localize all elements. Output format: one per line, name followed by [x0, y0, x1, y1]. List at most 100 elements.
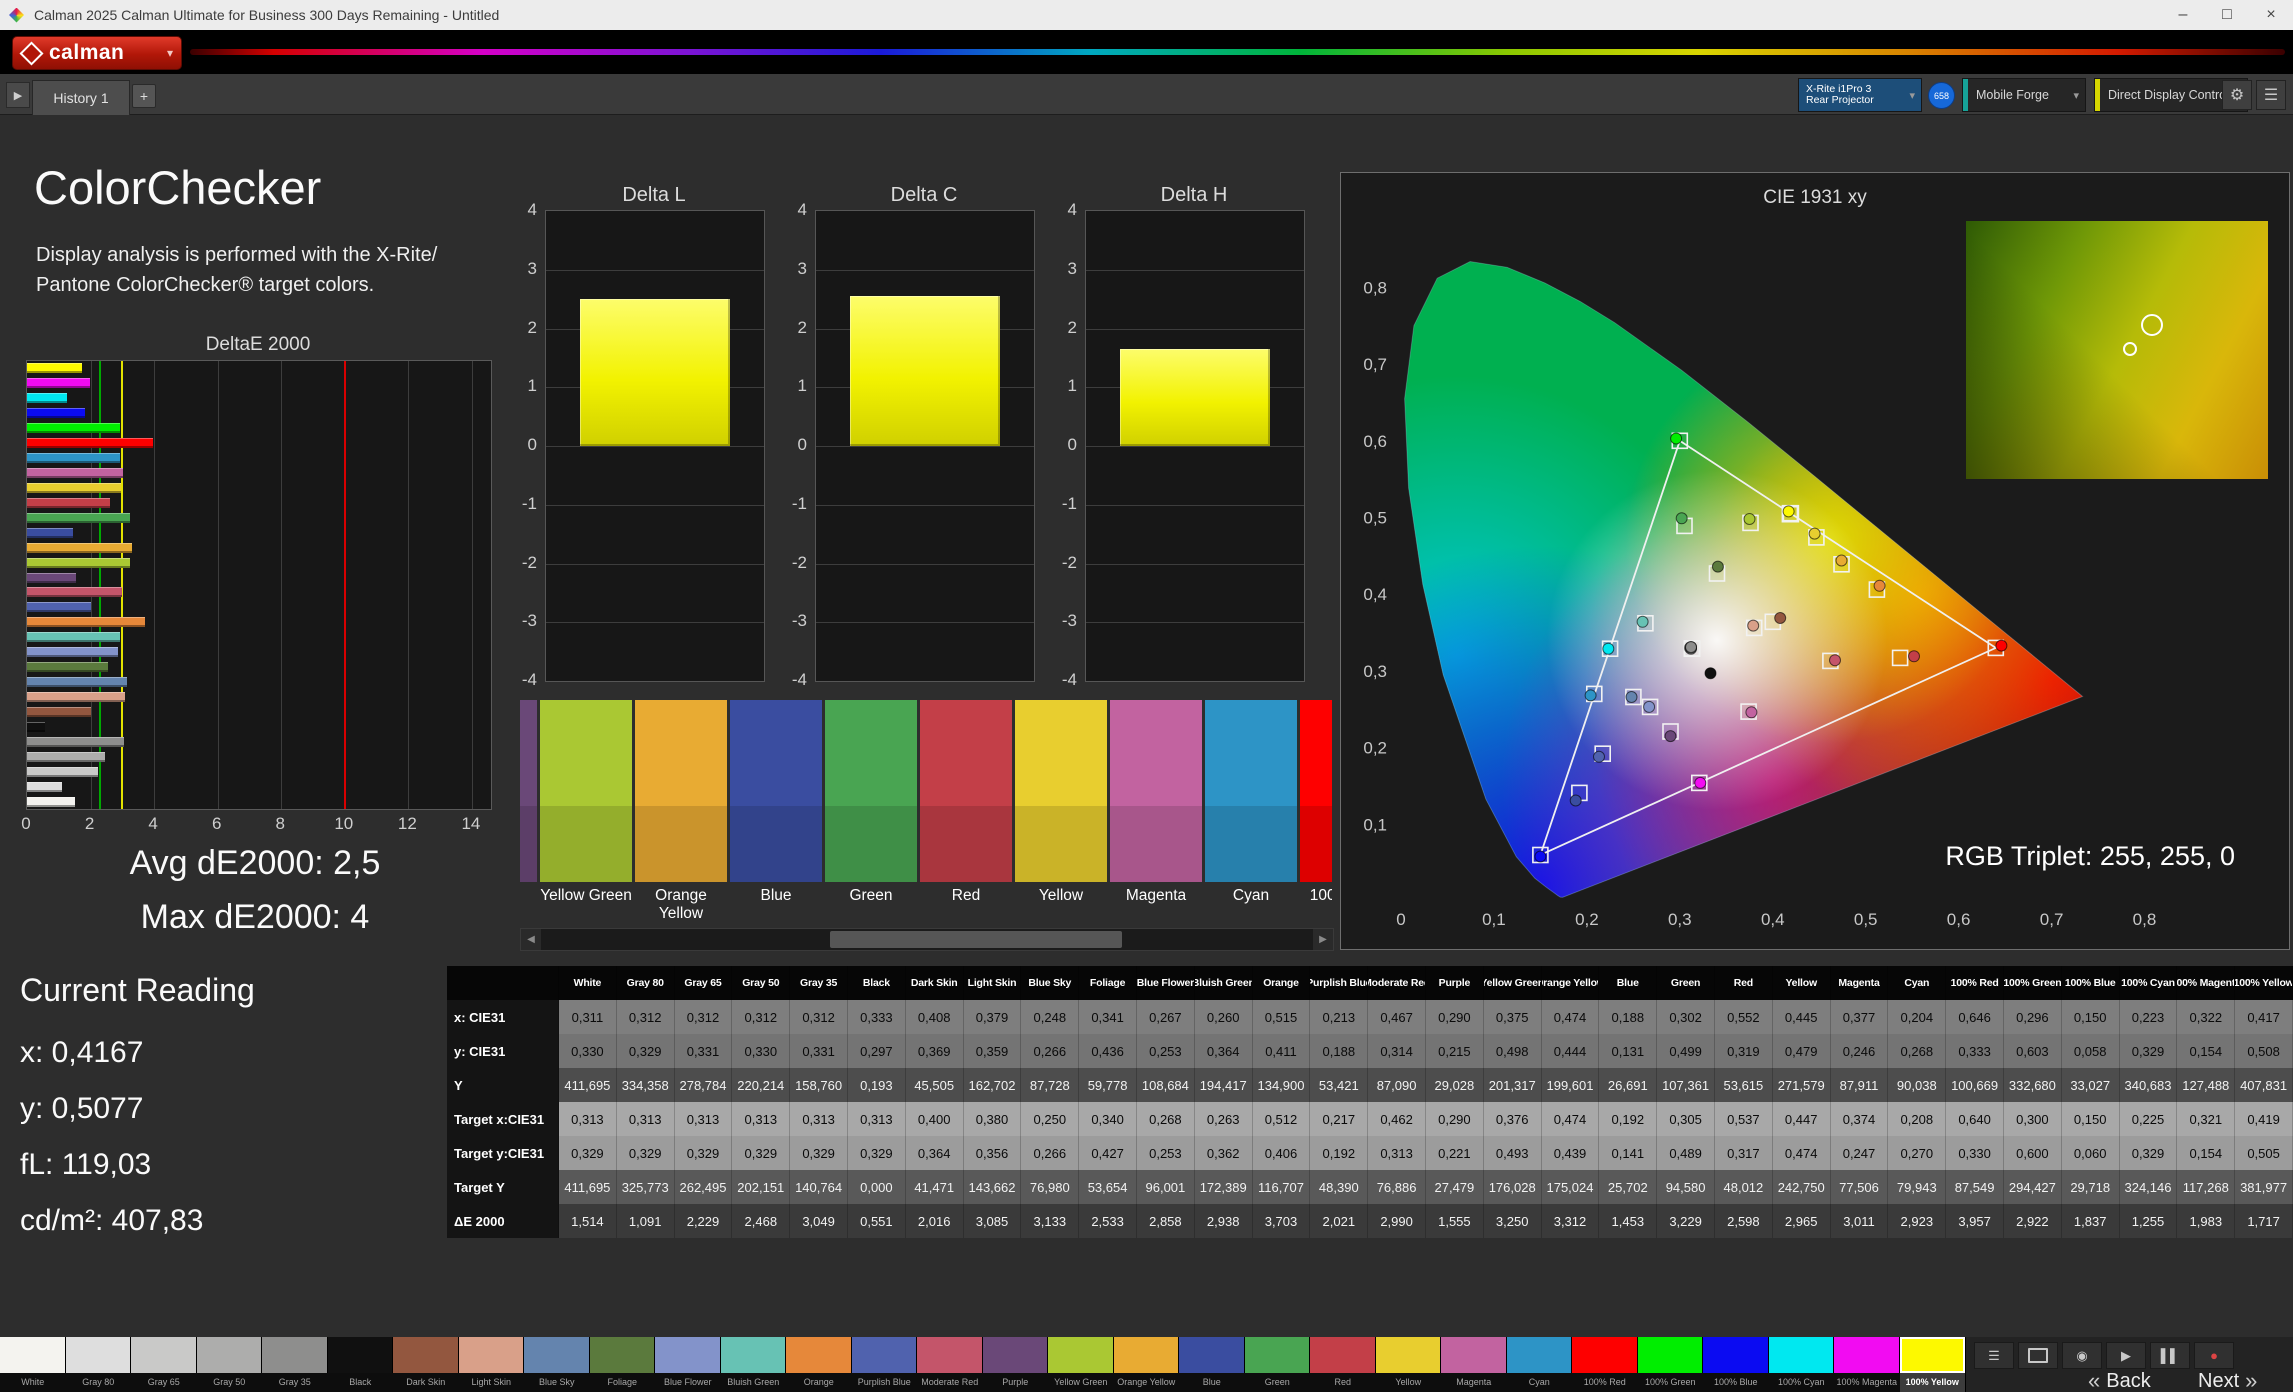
scroll-right-arrow-icon[interactable]: ▶	[1313, 929, 1333, 950]
bottom-patch-label: Yellow	[1376, 1373, 1442, 1392]
calman-logo-text: calman	[49, 41, 124, 65]
options-button[interactable]: ☰	[2256, 80, 2286, 110]
bottom-patch-color	[1114, 1337, 1180, 1373]
bottom-patch-bluish-green[interactable]: Bluish Green	[721, 1337, 787, 1392]
table-cell: 0,131	[1599, 1034, 1657, 1068]
table-cell: 0,329	[2120, 1136, 2178, 1170]
cie-measured-green	[1676, 513, 1687, 524]
bottom-patch-gray-50[interactable]: Gray 50	[197, 1337, 263, 1392]
bottom-patch-purplish-blue[interactable]: Purplish Blue	[852, 1337, 918, 1392]
bottom-patch-blue-flower[interactable]: Blue Flower	[655, 1337, 721, 1392]
menu-icon-button[interactable]: ☰	[1974, 1342, 2014, 1369]
table-cell: 87,728	[1021, 1068, 1079, 1102]
deltae-x-tick: 0	[21, 814, 30, 834]
add-tab-button[interactable]: +	[132, 84, 156, 108]
bottom-patch-yellow-green[interactable]: Yellow Green	[1048, 1337, 1114, 1392]
table-cell: 0,479	[1773, 1034, 1831, 1068]
strip-patch-green[interactable]: Green	[825, 700, 917, 923]
lch-y-tick: 2	[501, 318, 537, 338]
deltae-x-tick: 14	[461, 814, 480, 834]
meter-dropdown[interactable]: X-Rite i1Pro 3 Rear Projector ▾	[1798, 78, 1922, 112]
table-cell: 2,938	[1195, 1204, 1253, 1238]
record-button[interactable]: ●	[2194, 1342, 2234, 1369]
bottom-patch-100-yellow[interactable]: 100% Yellow	[1900, 1337, 1966, 1392]
bottom-patch-100-cyan[interactable]: 100% Cyan	[1769, 1337, 1835, 1392]
scrollbar-thumb[interactable]	[830, 931, 1122, 948]
table-cell: 332,680	[2004, 1068, 2062, 1102]
bottom-patch-foliage[interactable]: Foliage	[590, 1337, 656, 1392]
lch-y-tick: 1	[1041, 376, 1077, 396]
strip-patch-blue[interactable]: Blue	[730, 700, 822, 923]
bottom-patch-purple[interactable]: Purple	[983, 1337, 1049, 1392]
deltae-bar-yellow	[27, 483, 121, 493]
deltae-bar-blue-sky	[27, 677, 127, 687]
monitor-icon	[2028, 1348, 2048, 1363]
tab-scroll-button[interactable]: ▶	[6, 82, 30, 108]
bottom-patch-blue-sky[interactable]: Blue Sky	[524, 1337, 590, 1392]
strip-patch-magenta[interactable]: Magenta	[1110, 700, 1202, 923]
table-cell: 76,980	[1021, 1170, 1079, 1204]
bottom-patch-light-skin[interactable]: Light Skin	[459, 1337, 525, 1392]
bottom-patch-magenta[interactable]: Magenta	[1441, 1337, 1507, 1392]
deltae-gridline	[218, 361, 219, 809]
bottom-patch-yellow[interactable]: Yellow	[1376, 1337, 1442, 1392]
bottom-patch-gray-65[interactable]: Gray 65	[131, 1337, 197, 1392]
minimize-button[interactable]: –	[2161, 1, 2205, 30]
bottom-patch-100-magenta[interactable]: 100% Magenta	[1834, 1337, 1900, 1392]
bottom-patch-moderate-red[interactable]: Moderate Red	[917, 1337, 983, 1392]
table-cell: 0,290	[1426, 1102, 1484, 1136]
next-button[interactable]: Next »	[2198, 1371, 2257, 1391]
bottom-patch-red[interactable]: Red	[1310, 1337, 1376, 1392]
bottom-patch-100-green[interactable]: 100% Green	[1638, 1337, 1704, 1392]
meter-status-badge[interactable]: 658	[1928, 82, 1955, 109]
table-cell: 0,266	[1021, 1034, 1079, 1068]
pattern-source-dropdown[interactable]: Mobile Forge ▾	[1962, 78, 2086, 112]
table-cell: 0,356	[964, 1136, 1022, 1170]
maximize-button[interactable]: □	[2205, 1, 2249, 30]
table-col-header: Bluish Green	[1195, 966, 1253, 1000]
deltae-bar-gray-65	[27, 767, 98, 777]
bottom-patch-dark-skin[interactable]: Dark Skin	[393, 1337, 459, 1392]
strip-patch-purple[interactable]: Purple	[520, 700, 537, 923]
camera-icon-button[interactable]: ◉	[2062, 1342, 2102, 1369]
bottom-patch-cyan[interactable]: Cyan	[1507, 1337, 1573, 1392]
strip-patch-100-red[interactable]: 100% Red	[1300, 700, 1332, 923]
deltae-bar-chart	[26, 360, 492, 810]
chevron-down-icon: ▾	[2073, 89, 2079, 102]
table-cell: 0,364	[1195, 1034, 1253, 1068]
back-button[interactable]: « Back	[2088, 1371, 2151, 1391]
bottom-patch-green[interactable]: Green	[1245, 1337, 1311, 1392]
bottom-patch-white[interactable]: White	[0, 1337, 66, 1392]
next-arrows-icon: »	[2245, 1368, 2257, 1392]
play-button[interactable]: ▶	[2106, 1342, 2146, 1369]
scroll-left-arrow-icon[interactable]: ◀	[521, 929, 541, 950]
settings-gear-button[interactable]: ⚙	[2222, 80, 2252, 110]
table-cell: 0,213	[1310, 1000, 1368, 1034]
table-cell: 0,369	[906, 1034, 964, 1068]
bottom-patch-100-blue[interactable]: 100% Blue	[1703, 1337, 1769, 1392]
table-cell: 0,400	[906, 1102, 964, 1136]
bottom-patch-orange-yellow[interactable]: Orange Yellow	[1114, 1337, 1180, 1392]
bottom-patch-blue[interactable]: Blue	[1179, 1337, 1245, 1392]
bottom-patch-label: Yellow Green	[1048, 1373, 1114, 1392]
strip-scrollbar[interactable]: ◀ ▶	[520, 928, 1334, 951]
strip-patch-cyan[interactable]: Cyan	[1205, 700, 1297, 923]
bottom-patch-black[interactable]: Black	[328, 1337, 394, 1392]
strip-patch-yellow-green[interactable]: Yellow Green	[540, 700, 632, 923]
deltae-gridline	[154, 361, 155, 809]
close-button[interactable]: ×	[2249, 1, 2293, 30]
table-cell: 3,250	[1484, 1204, 1542, 1238]
bottom-patch-orange[interactable]: Orange	[786, 1337, 852, 1392]
monitor-icon-button[interactable]	[2018, 1342, 2058, 1369]
bottom-patch-gray-80[interactable]: Gray 80	[66, 1337, 132, 1392]
bottom-patch-label: Black	[328, 1373, 394, 1392]
strip-patch-yellow[interactable]: Yellow	[1015, 700, 1107, 923]
strip-patch-orange-yellow[interactable]: Orange Yellow	[635, 700, 727, 923]
bottom-patch-label: Dark Skin	[393, 1373, 459, 1392]
calman-logo-menu[interactable]: calman ▾	[12, 36, 182, 70]
pause-button[interactable]: ▌▌	[2150, 1342, 2190, 1369]
tab-history-1[interactable]: History 1	[32, 80, 130, 115]
strip-patch-red[interactable]: Red	[920, 700, 1012, 923]
bottom-patch-gray-35[interactable]: Gray 35	[262, 1337, 328, 1392]
bottom-patch-100-red[interactable]: 100% Red	[1572, 1337, 1638, 1392]
